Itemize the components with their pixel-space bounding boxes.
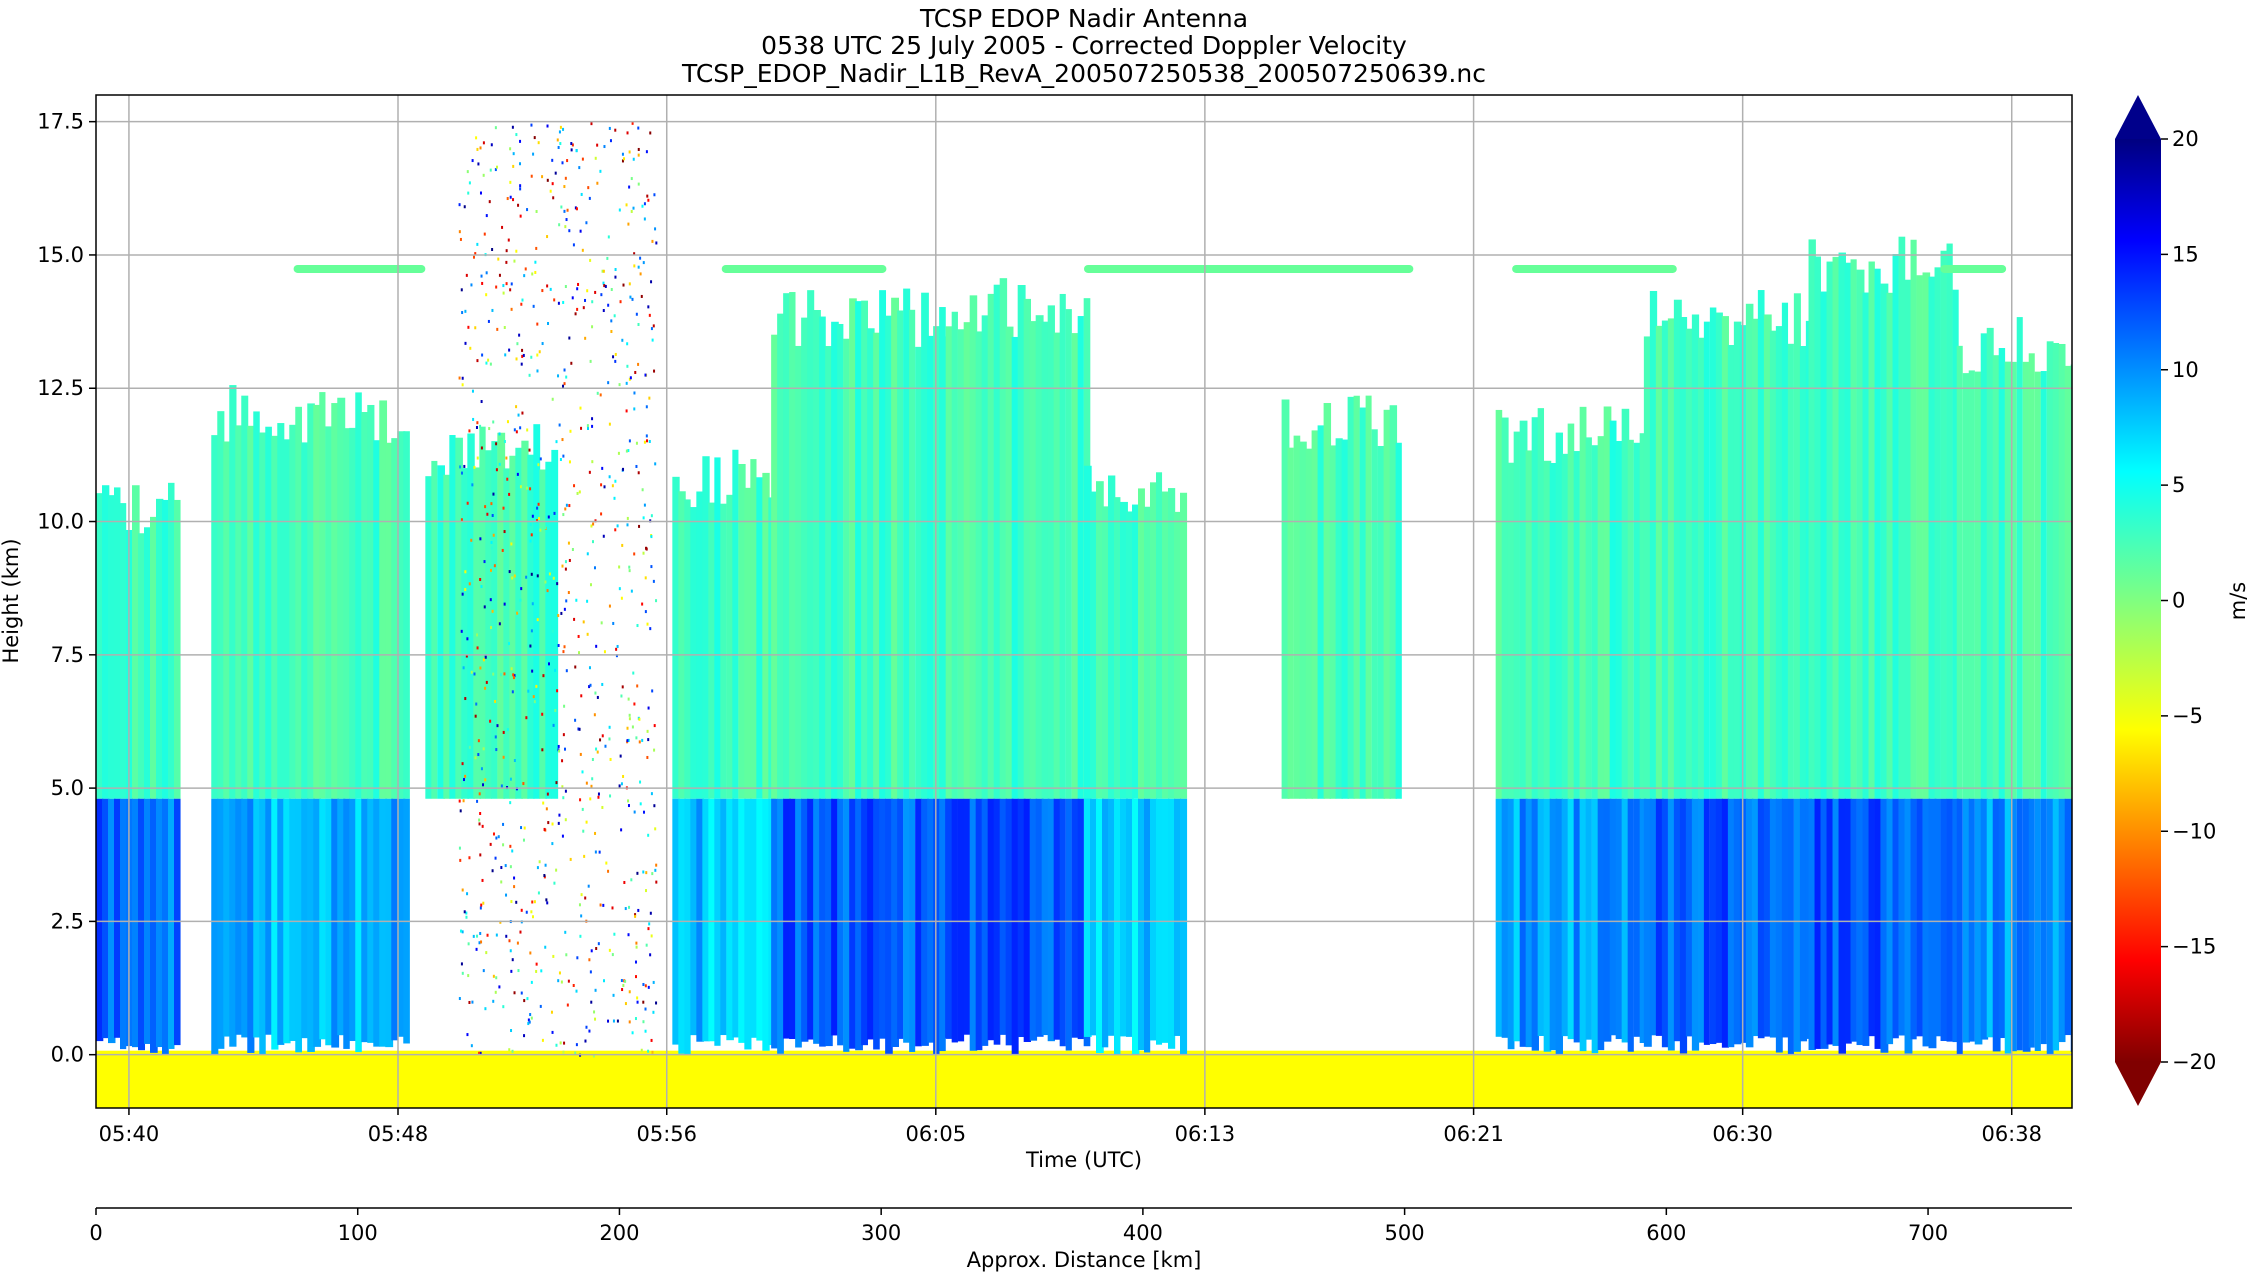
y-tick-label: 0.0 [51,1043,84,1067]
colorbar-tick-label: −5 [2172,704,2203,728]
distance-tick-label: 0 [89,1221,102,1245]
colorbar-ticks: 20 15 10 5 0 −5 −10 −15 −20 [2161,127,2216,1074]
colorbar-extend-top [2115,95,2161,139]
title-line-1: TCSP EDOP Nadir Antenna [919,4,1248,33]
y-tick-label: 5.0 [51,776,84,800]
x-tick-label: 05:40 [99,1122,160,1146]
colorbar-tick-label: −15 [2172,935,2216,959]
y-tick-label: 17.5 [37,110,84,134]
colorbar-tick-label: 20 [2172,127,2199,151]
title-line-2: 0538 UTC 25 July 2005 - Corrected Dopple… [761,31,1407,60]
distance-tick-label: 700 [1908,1221,1948,1245]
colorbar-tick-label: 0 [2172,589,2185,613]
x-tick-label: 06:30 [1712,1122,1773,1146]
colorbar-label: m/s [2226,582,2250,620]
distance-tick-label: 500 [1385,1221,1425,1245]
colorbar-gradient [2115,139,2161,1062]
velocity-field [96,121,2072,1108]
y-axis: 0.0 2.5 5.0 7.5 10.0 12.5 15.0 17.5 [37,110,96,1067]
x-tick-label: 06:38 [1981,1122,2042,1146]
colorbar-tick-label: 15 [2172,242,2199,266]
distance-tick-label: 300 [861,1221,901,1245]
colorbar-tick-label: 5 [2172,473,2185,497]
chart-title: TCSP EDOP Nadir Antenna 0538 UTC 25 July… [681,4,1486,88]
colorbar-tick-label: −20 [2172,1050,2216,1074]
distance-tick-label: 600 [1646,1221,1686,1245]
title-line-3: TCSP_EDOP_Nadir_L1B_RevA_200507250538_20… [681,59,1486,88]
y-tick-label: 7.5 [51,643,84,667]
colorbar-tick-label: −10 [2172,819,2216,843]
y-tick-label: 15.0 [37,243,84,267]
distance-axis-label: Approx. Distance [km] [967,1248,1202,1272]
x-tick-label: 06:05 [906,1122,967,1146]
y-axis-label: Height (km) [0,538,23,663]
distance-tick-label: 100 [338,1221,378,1245]
x-axis-label: Time (UTC) [1025,1148,1142,1172]
x-tick-label: 05:48 [368,1122,429,1146]
distance-axis: 0 100 200 300 400 500 600 700 [89,1207,2072,1245]
x-tick-label: 06:21 [1443,1122,1504,1146]
colorbar-tick-label: 10 [2172,358,2199,382]
y-tick-label: 10.0 [37,510,84,534]
doppler-velocity-chart: TCSP EDOP Nadir Antenna 0538 UTC 25 July… [0,4,2250,1272]
distance-tick-label: 200 [599,1221,639,1245]
x-axis: 05:40 05:48 05:56 06:05 06:13 06:21 06:30 06:38 [99,1108,2042,1146]
colorbar-extend-bottom [2115,1062,2161,1106]
y-tick-label: 12.5 [37,376,84,400]
x-tick-label: 06:13 [1175,1122,1236,1146]
y-tick-label: 2.5 [51,909,84,933]
distance-tick-label: 400 [1123,1221,1163,1245]
x-tick-label: 05:56 [636,1122,697,1146]
colorbar: 20 15 10 5 0 −5 −10 −15 −20 m/s [2115,95,2250,1106]
